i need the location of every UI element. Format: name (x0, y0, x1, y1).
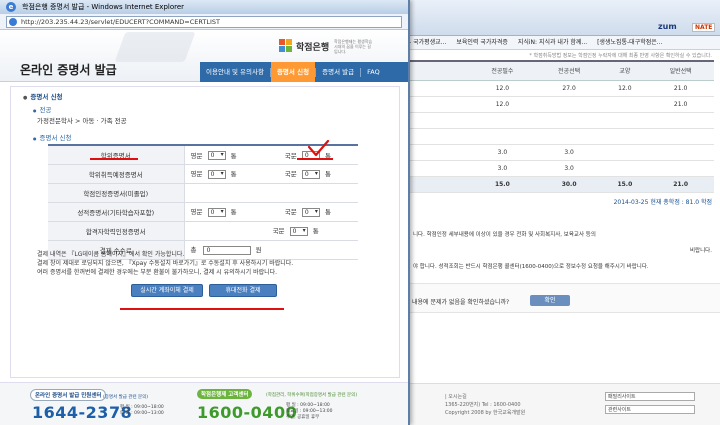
korean-qty-select[interactable]: 0 (301, 169, 320, 179)
cert-row: 학위취득예정증명서 영문 0 통 국문 0 통 (48, 164, 358, 184)
tab-apply[interactable]: 증명서 신청 (270, 62, 316, 82)
background-browser-window: zum NATE - 국가평생교... 보육인력 국가자격증 지식iN: 지식과… (405, 0, 720, 425)
right-center-label: 학점은행제 고객센터 (197, 389, 253, 399)
checkmark-annotation-icon (308, 140, 330, 157)
right-phone[interactable]: 1600-0400 (197, 403, 297, 422)
address-bar: http://203.235.44.23/servlet/EDUCERT?COM… (0, 14, 408, 30)
info-paragraph: 니다. 학점인정 세부내용에 이상이 있을 경우 전화 및 사회복지사, 보육교… (413, 231, 596, 238)
confirm-button[interactable]: 확인 (530, 295, 570, 306)
favorite-link[interactable]: [생생노집통-대구학점은... (597, 39, 662, 46)
favorite-link[interactable]: - 국가평생교... (409, 39, 446, 46)
total-credit-summary: 2014-03-25 현재 총학점 : 81.0 학점 (613, 198, 712, 206)
info-paragraph: 비랍니다. (690, 247, 712, 254)
main-nav: 이용안내 및 유의사항 증명서 신청 증명서 발급 FAQ (200, 62, 408, 82)
bank-tagline: 학점은행제는 평생학습 시대의 꿈을 이루는 길입니다. (334, 39, 373, 54)
favorite-link[interactable]: 보육인력 국가자격증 (456, 39, 508, 46)
left-phone[interactable]: 1644-2378 (32, 403, 132, 422)
korean-qty-select[interactable]: 0 (289, 226, 308, 236)
certificate-popup-window: e 학점은행 증명서 발급 - Windows Internet Explore… (0, 0, 410, 425)
ie-icon: e (6, 2, 16, 12)
right-hours: 평 일 : 09:00~18:00 토요일 : 09:00~13:00 주말, … (286, 403, 333, 420)
korean-qty-select[interactable]: 0 (301, 207, 320, 217)
nate-logo[interactable]: NATE (692, 23, 716, 32)
page-icon (9, 18, 17, 26)
window-title: 학점은행 증명서 발급 - Windows Internet Explorer (22, 3, 185, 11)
cert-row: 합격자학력인정증명서 국문 0 통 (48, 221, 358, 241)
cert-row: 성적증명서(기타학습자포함) 영문 0 통 국문 0 통 (48, 202, 358, 222)
note-item: 결제 내역은 『LG데이콤 홈페이지』에서 확인 가능합니다. (37, 251, 185, 258)
zum-logo[interactable]: zum (658, 22, 677, 31)
note-item: 결제 창이 제대로 로딩되지 않으면, 『Xpay 수동설치 바로가기』로 수동… (37, 260, 294, 267)
realtime-transfer-button[interactable]: 실시간 계좌이체 결제 (131, 284, 203, 297)
cert-name: 학위취득예정증명서 (48, 164, 185, 184)
total-row: 15.0 30.0 15.0 21.0 (409, 175, 714, 193)
bank-logo-icon (279, 39, 293, 53)
subsection-major: 전공 (33, 104, 52, 114)
credit-note: * 학점취득방법 정보는 학점인정 누락자에 대해 최종 반영 사항은 확인하실… (529, 53, 712, 59)
page-title: 온라인 증명서 발급 (20, 63, 117, 77)
left-hours: 평 일 : 09:00~18:00 토 요 : 09:00~13:00 (120, 405, 164, 416)
subsection-certs: 증명서 신청 (33, 132, 72, 142)
bank-name[interactable]: 학점은행 (296, 40, 329, 53)
footer-info: | 오시는길 1365-220번지) Tel : 1600-0400 Copyr… (445, 394, 526, 416)
table-row (409, 112, 714, 129)
major-path: 가정전문학사 > 아동 · 가족 전공 (37, 117, 127, 125)
column-header: 일반선택 (647, 60, 714, 81)
cert-name: 합격자학력인정증명서 (48, 221, 185, 241)
left-center-sub: (증명서 발급 관련 문의) (103, 395, 149, 400)
note-item: 여러 증명서를 한꺼번에 결제한 경우에는 부분 환불이 불가하오니, 결제 시… (37, 269, 278, 276)
cert-row: 학점인정증명서(미졸업) (48, 183, 358, 203)
right-center-sub: (학점관리, 학위수여(학점증명서 발급 관련 문의) (266, 393, 358, 398)
cert-name: 성적증명서(기타학습자포함) (48, 202, 185, 222)
info-paragraph: 야 합니다. 성적조회는 반드시 학점은행 콜센터(1600-0400)으로 정… (413, 263, 649, 270)
related-site-select[interactable]: 관련사이트 (605, 405, 695, 414)
site-header: 학점은행 학점은행제는 평생학습 시대의 꿈을 이루는 길입니다. 온라인 증명… (0, 30, 408, 82)
column-header: 교양 (602, 60, 648, 81)
tab-faq[interactable]: FAQ (361, 62, 386, 82)
favorites-bar: - 국가평생교... 보육인력 국가자격증 지식iN: 지식과 내가 함께...… (405, 36, 720, 50)
section-title: 증명서 신청 (23, 91, 62, 101)
certificate-table: 학위증명서 영문 0 통 국문 0 통 학위취득예정증명서 영문 0 통 (48, 144, 358, 260)
english-qty-select[interactable]: 0 (207, 151, 226, 160)
confirm-question: 내용에 문제가 없음을 확인하셨습니까? (412, 299, 510, 306)
mobile-payment-button[interactable]: 휴대전화 결제 (209, 284, 277, 297)
content-panel: 증명서 신청 전공 가정전문학사 > 아동 · 가족 전공 증명서 신청 학위증… (10, 86, 400, 378)
tab-issue[interactable]: 증명서 발급 (316, 62, 360, 82)
table-row: 12.0 27.0 12.0 21.0 (409, 80, 714, 97)
payment-notes: 결제 내역은 『LG데이콤 홈페이지』에서 확인 가능합니다. 결제 창이 제대… (37, 250, 293, 277)
annotation-underline (297, 158, 333, 160)
column-header: 전공선택 (535, 60, 603, 81)
annotation-underline (90, 158, 138, 160)
table-row: 3.0 3.0 (409, 144, 714, 161)
url-field[interactable]: http://203.235.44.23/servlet/EDUCERT?COM… (6, 16, 402, 28)
left-center-label: 온라인 증명서 발급 민원센터 (30, 389, 107, 401)
english-qty-select[interactable]: 0 (207, 169, 226, 179)
table-row: 3.0 3.0 (409, 160, 714, 177)
cert-name: 학점인정증명서(미졸업) (48, 183, 185, 203)
window-titlebar: e 학점은행 증명서 발급 - Windows Internet Explore… (0, 0, 408, 14)
favorite-link[interactable]: 지식iN: 지식과 내가 함께... (518, 39, 587, 46)
cert-name: 학위증명서 (48, 144, 185, 165)
column-header: 전공필수 (469, 60, 536, 81)
tab-guide[interactable]: 이용안내 및 유의사항 (200, 62, 270, 82)
table-row: 12.0 21.0 (409, 96, 714, 113)
keyboard-graphic (114, 32, 196, 62)
background-toolbar: zum NATE (405, 0, 720, 36)
credit-table: 전공필수 전공선택 교양 일반선택 12.0 27.0 12.0 21.0 12.0 2… (409, 60, 714, 193)
english-qty-select[interactable]: 0 (207, 207, 226, 217)
family-site-select[interactable]: 패밀리사이트 (605, 392, 695, 401)
site-footer: 온라인 증명서 발급 민원센터 (증명서 발급 관련 문의) 1644-2378… (0, 382, 408, 425)
annotation-underline (120, 308, 284, 310)
table-row (409, 128, 714, 145)
